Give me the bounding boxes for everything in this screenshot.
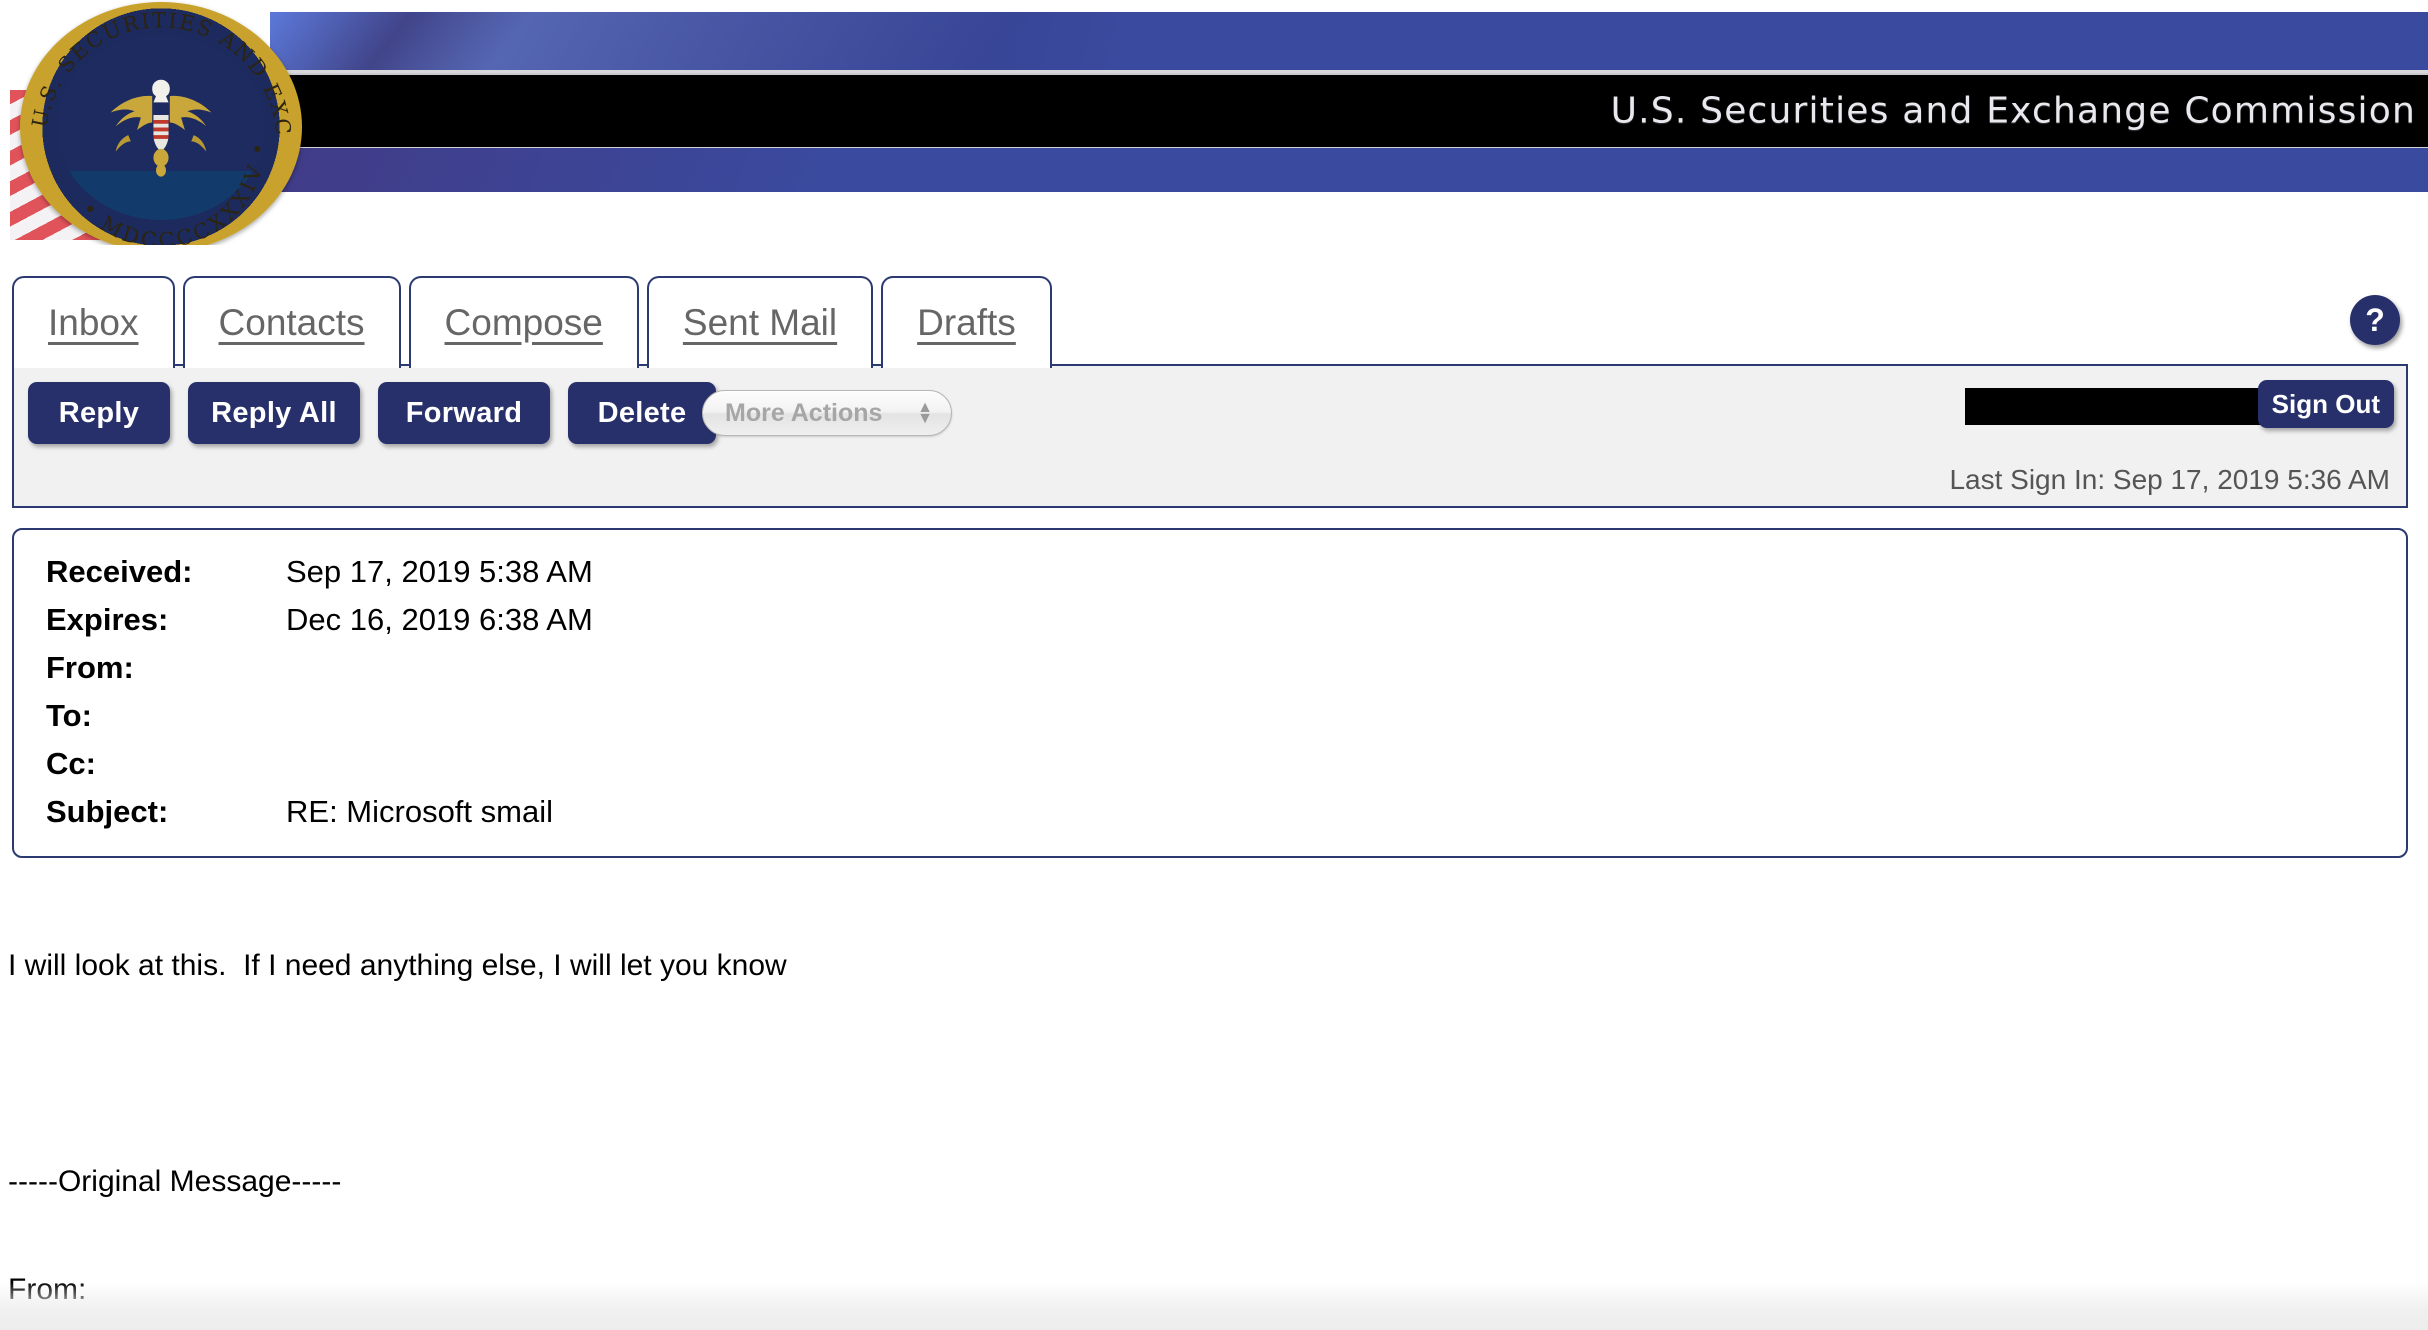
body-original-separator: -----Original Message----- <box>8 1165 342 1198</box>
last-sign-in-text: Last Sign In: Sep 17, 2019 5:36 AM <box>1949 464 2390 495</box>
sec-seal-inner <box>56 34 266 220</box>
expires-value: Dec 16, 2019 6:38 AM <box>286 602 593 637</box>
user-name-redaction <box>1965 388 2280 425</box>
body-spacer-1 <box>8 1056 2428 1092</box>
body-original-from: From: <box>8 1273 87 1306</box>
expires-label: Expires: <box>46 602 169 637</box>
from-label: From: <box>46 650 134 685</box>
to-label: To: <box>46 698 92 733</box>
message-header-panel: Received: Sep 17, 2019 5:38 AM Expires: … <box>12 528 2408 858</box>
tab-contacts[interactable]: Contacts <box>182 276 401 368</box>
more-actions-select[interactable]: More Actions ▲ ▼ <box>702 390 952 436</box>
agency-title: U.S. Securities and Exchange Commission <box>1610 90 2416 132</box>
header-row-subject: Subject: RE: Microsoft smail <box>46 794 2406 842</box>
tab-contacts-label: Contacts <box>218 302 365 343</box>
header-row-expires: Expires: Dec 16, 2019 6:38 AM <box>46 602 2406 650</box>
tab-compose[interactable]: Compose <box>408 276 639 368</box>
tab-inbox-label: Inbox <box>48 302 139 343</box>
tab-sent-mail-label: Sent Mail <box>682 302 838 343</box>
forward-button[interactable]: Forward <box>378 382 550 444</box>
subject-value: RE: Microsoft smail <box>286 794 553 829</box>
header-row-from: From: <box>46 650 2406 698</box>
help-button[interactable]: ? <box>2350 295 2400 345</box>
tab-drafts[interactable]: Drafts <box>881 276 1052 368</box>
body-reply-text: I will look at this. If I need anything … <box>8 949 787 982</box>
eagle-icon <box>110 79 212 177</box>
reply-all-button[interactable]: Reply All <box>188 382 360 444</box>
reply-button[interactable]: Reply <box>28 382 170 444</box>
delete-button[interactable]: Delete <box>568 382 716 444</box>
sec-webmail-page: U.S. Securities and Exchange Commission <box>0 0 2428 1330</box>
cc-label: Cc: <box>46 746 96 781</box>
sign-out-button[interactable]: Sign Out <box>2257 380 2394 428</box>
header-row-to: To: <box>46 698 2406 746</box>
more-actions-label: More Actions <box>725 398 883 427</box>
masthead: U.S. Securities and Exchange Commission <box>0 0 2428 245</box>
banner-stripe-bottom <box>270 148 2428 192</box>
banner-title-bar: U.S. Securities and Exchange Commission <box>270 73 2428 150</box>
tab-compose-label: Compose <box>444 302 603 343</box>
agency-banner: U.S. Securities and Exchange Commission <box>270 12 2428 204</box>
mailbox-tabs: Inbox Contacts Compose Sent Mail Drafts <box>12 272 1060 368</box>
sec-seal-icon: U.S. SECURITIES AND EXCHANGE COMMISSION … <box>20 2 302 245</box>
tab-inbox[interactable]: Inbox <box>12 276 175 368</box>
message-body: I will look at this. If I need anything … <box>8 876 2428 1330</box>
tab-sent-mail[interactable]: Sent Mail <box>646 276 874 368</box>
received-value: Sep 17, 2019 5:38 AM <box>286 554 593 589</box>
header-row-received: Received: Sep 17, 2019 5:38 AM <box>46 554 2406 602</box>
chevron-updown-icon: ▲ ▼ <box>917 399 933 427</box>
message-toolbar: Reply Reply All Forward Delete More Acti… <box>12 364 2408 508</box>
tab-drafts-label: Drafts <box>917 302 1016 343</box>
banner-stripe-top <box>270 12 2428 73</box>
header-row-cc: Cc: <box>46 746 2406 794</box>
subject-label: Subject: <box>46 794 169 829</box>
received-label: Received: <box>46 554 193 589</box>
